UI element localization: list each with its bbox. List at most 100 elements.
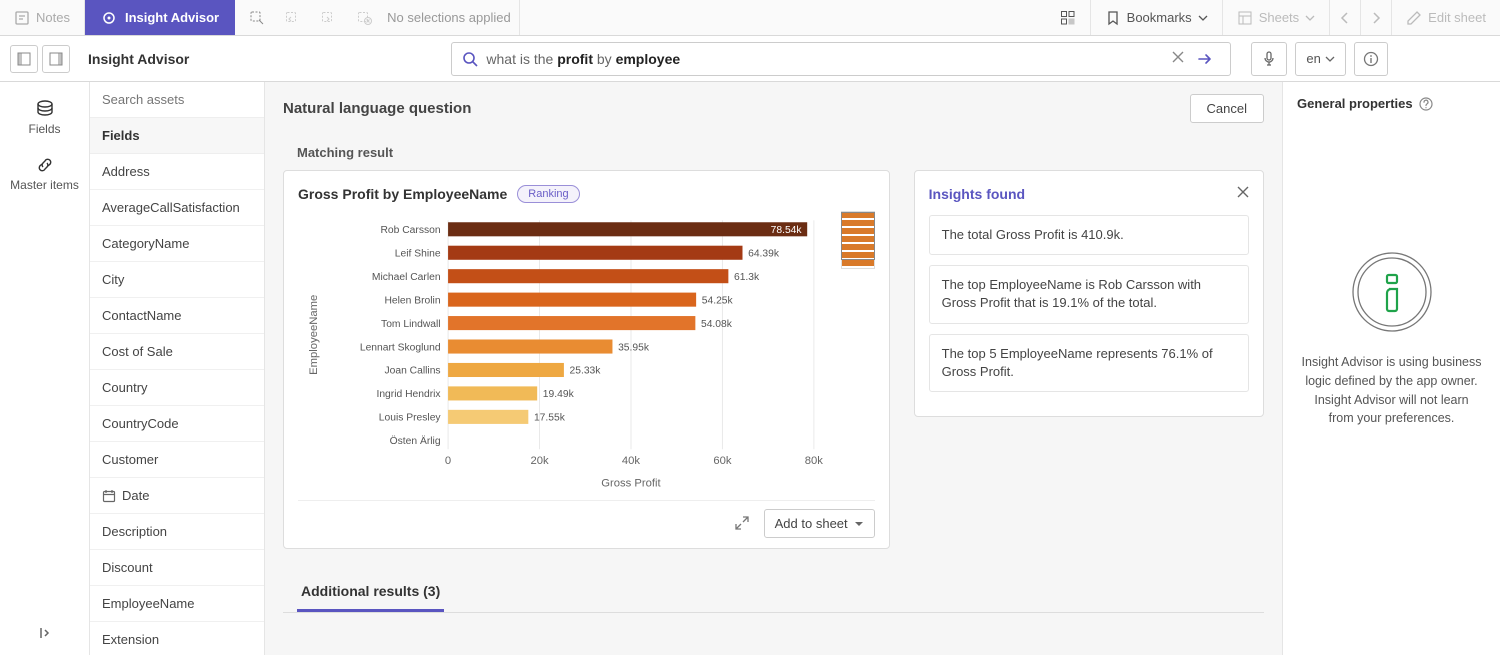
fields-header: Fields — [90, 118, 264, 154]
general-properties-text: Insight Advisor is using business logic … — [1297, 353, 1486, 428]
insight-advisor-tab[interactable]: Insight Advisor — [85, 0, 235, 35]
sheets-icon — [1237, 10, 1253, 26]
field-item[interactable]: Extension — [90, 622, 264, 655]
insight-icon — [101, 10, 117, 26]
insight-item[interactable]: The total Gross Profit is 410.9k. — [929, 215, 1249, 255]
cancel-button[interactable]: Cancel — [1190, 94, 1264, 123]
field-item[interactable]: ContactName — [90, 298, 264, 334]
field-item[interactable]: Description — [90, 514, 264, 550]
rail-fields[interactable]: Fields — [0, 90, 89, 146]
svg-text:Ingrid Hendrix: Ingrid Hendrix — [376, 389, 441, 400]
help-icon[interactable] — [1419, 97, 1433, 111]
field-item[interactable]: Discount — [90, 550, 264, 586]
field-item[interactable]: Cost of Sale — [90, 334, 264, 370]
svg-text:Tom Lindwall: Tom Lindwall — [381, 319, 441, 330]
field-item[interactable]: City — [90, 262, 264, 298]
svg-text:61.3k: 61.3k — [734, 272, 760, 283]
svg-text:60k: 60k — [713, 455, 732, 467]
svg-text:54.25k: 54.25k — [702, 295, 734, 306]
field-item[interactable]: AverageCallSatisfaction — [90, 190, 264, 226]
notes-button[interactable]: Notes — [0, 0, 85, 35]
bar-chart[interactable]: 020k40k60k80kRob Carsson78.54kLeif Shine… — [298, 211, 833, 492]
rail-master-label: Master items — [10, 178, 79, 192]
sheets-label: Sheets — [1259, 10, 1299, 25]
selection-forward-button[interactable] — [315, 4, 343, 32]
field-item[interactable]: Customer — [90, 442, 264, 478]
svg-text:0: 0 — [445, 455, 451, 467]
svg-text:Lennart Skoglund: Lennart Skoglund — [360, 342, 441, 353]
smart-search-icon-button[interactable] — [243, 4, 271, 32]
submit-search-button[interactable] — [1190, 51, 1220, 67]
rail-fields-label: Fields — [28, 122, 60, 136]
left-panel-toggle[interactable] — [10, 45, 38, 73]
chevron-right-icon — [1371, 12, 1381, 24]
help-button[interactable] — [1354, 42, 1388, 76]
caret-down-icon — [854, 519, 864, 529]
additional-results-tab[interactable]: Additional results (3) — [297, 573, 444, 612]
right-panel-toggle[interactable] — [42, 45, 70, 73]
nlq-search-box[interactable]: what is the profit by employee — [451, 42, 1231, 76]
explore-button[interactable] — [728, 509, 756, 537]
field-item[interactable]: EmployeeName — [90, 586, 264, 622]
voice-input-button[interactable] — [1251, 42, 1287, 76]
insights-card: Insights found The total Gross Profit is… — [914, 170, 1264, 417]
field-item[interactable]: Date — [90, 478, 264, 514]
chevron-down-icon — [1305, 13, 1315, 23]
add-to-sheet-button[interactable]: Add to sheet — [764, 509, 875, 538]
edit-sheet-label: Edit sheet — [1428, 10, 1486, 25]
svg-text:80k: 80k — [805, 455, 824, 467]
language-label: en — [1306, 51, 1320, 66]
language-selector[interactable]: en — [1295, 42, 1345, 76]
svg-text:40k: 40k — [622, 455, 641, 467]
info-icon — [1363, 51, 1379, 67]
fields-search-input[interactable] — [90, 82, 264, 117]
chevron-left-icon — [1340, 12, 1350, 24]
illustration — [1297, 251, 1486, 333]
clear-selections-button[interactable] — [351, 4, 379, 32]
bookmarks-button[interactable]: Bookmarks — [1090, 0, 1222, 35]
search-input[interactable]: what is the profit by employee — [478, 51, 1166, 67]
sheets-button[interactable]: Sheets — [1222, 0, 1329, 35]
svg-text:17.55k: 17.55k — [534, 413, 566, 424]
database-icon — [35, 100, 55, 118]
add-to-sheet-label: Add to sheet — [775, 516, 848, 531]
pencil-icon — [1406, 10, 1422, 26]
info-illustration-icon — [1351, 251, 1433, 333]
collapse-icon — [38, 626, 52, 640]
selection-back-button[interactable] — [279, 4, 307, 32]
analysis-type-pill[interactable]: Ranking — [517, 185, 579, 203]
prev-sheet-button[interactable] — [1329, 0, 1360, 35]
edit-sheet-button[interactable]: Edit sheet — [1391, 0, 1500, 35]
svg-text:35.95k: 35.95k — [618, 342, 650, 353]
notes-label: Notes — [36, 10, 70, 25]
svg-text:Helen Brolin: Helen Brolin — [384, 295, 440, 306]
note-icon — [14, 10, 30, 26]
chart-card: Gross Profit by EmployeeName Ranking 020… — [283, 170, 890, 549]
svg-text:EmployeeName: EmployeeName — [308, 295, 320, 375]
bookmarks-label: Bookmarks — [1127, 10, 1192, 25]
field-item[interactable]: CategoryName — [90, 226, 264, 262]
svg-text:Östen Ärlig: Östen Ärlig — [390, 435, 441, 447]
collapse-rail-button[interactable] — [26, 614, 64, 655]
rail-master-items[interactable]: Master items — [0, 146, 89, 202]
field-item[interactable]: CountryCode — [90, 406, 264, 442]
search-icon — [462, 51, 478, 67]
svg-text:Gross Profit: Gross Profit — [601, 478, 661, 490]
insights-heading: Insights found — [929, 186, 1025, 202]
field-item[interactable]: Address — [90, 154, 264, 190]
svg-text:25.33k: 25.33k — [570, 366, 602, 377]
svg-text:Michael Carlen: Michael Carlen — [372, 272, 441, 283]
chart-minimap[interactable] — [841, 211, 875, 269]
insight-item[interactable]: The top 5 EmployeeName represents 76.1% … — [929, 334, 1249, 392]
microphone-icon — [1262, 51, 1276, 67]
close-insights-button[interactable] — [1237, 185, 1249, 203]
selections-tool-button[interactable] — [1046, 0, 1090, 35]
next-sheet-button[interactable] — [1360, 0, 1391, 35]
arrow-right-icon — [1197, 51, 1213, 67]
clear-search-button[interactable] — [1166, 50, 1190, 68]
svg-text:78.54k: 78.54k — [771, 225, 803, 236]
nlq-title: Natural language question — [283, 100, 471, 117]
close-icon — [1172, 51, 1184, 63]
field-item[interactable]: Country — [90, 370, 264, 406]
insight-item[interactable]: The top EmployeeName is Rob Carsson with… — [929, 265, 1249, 323]
